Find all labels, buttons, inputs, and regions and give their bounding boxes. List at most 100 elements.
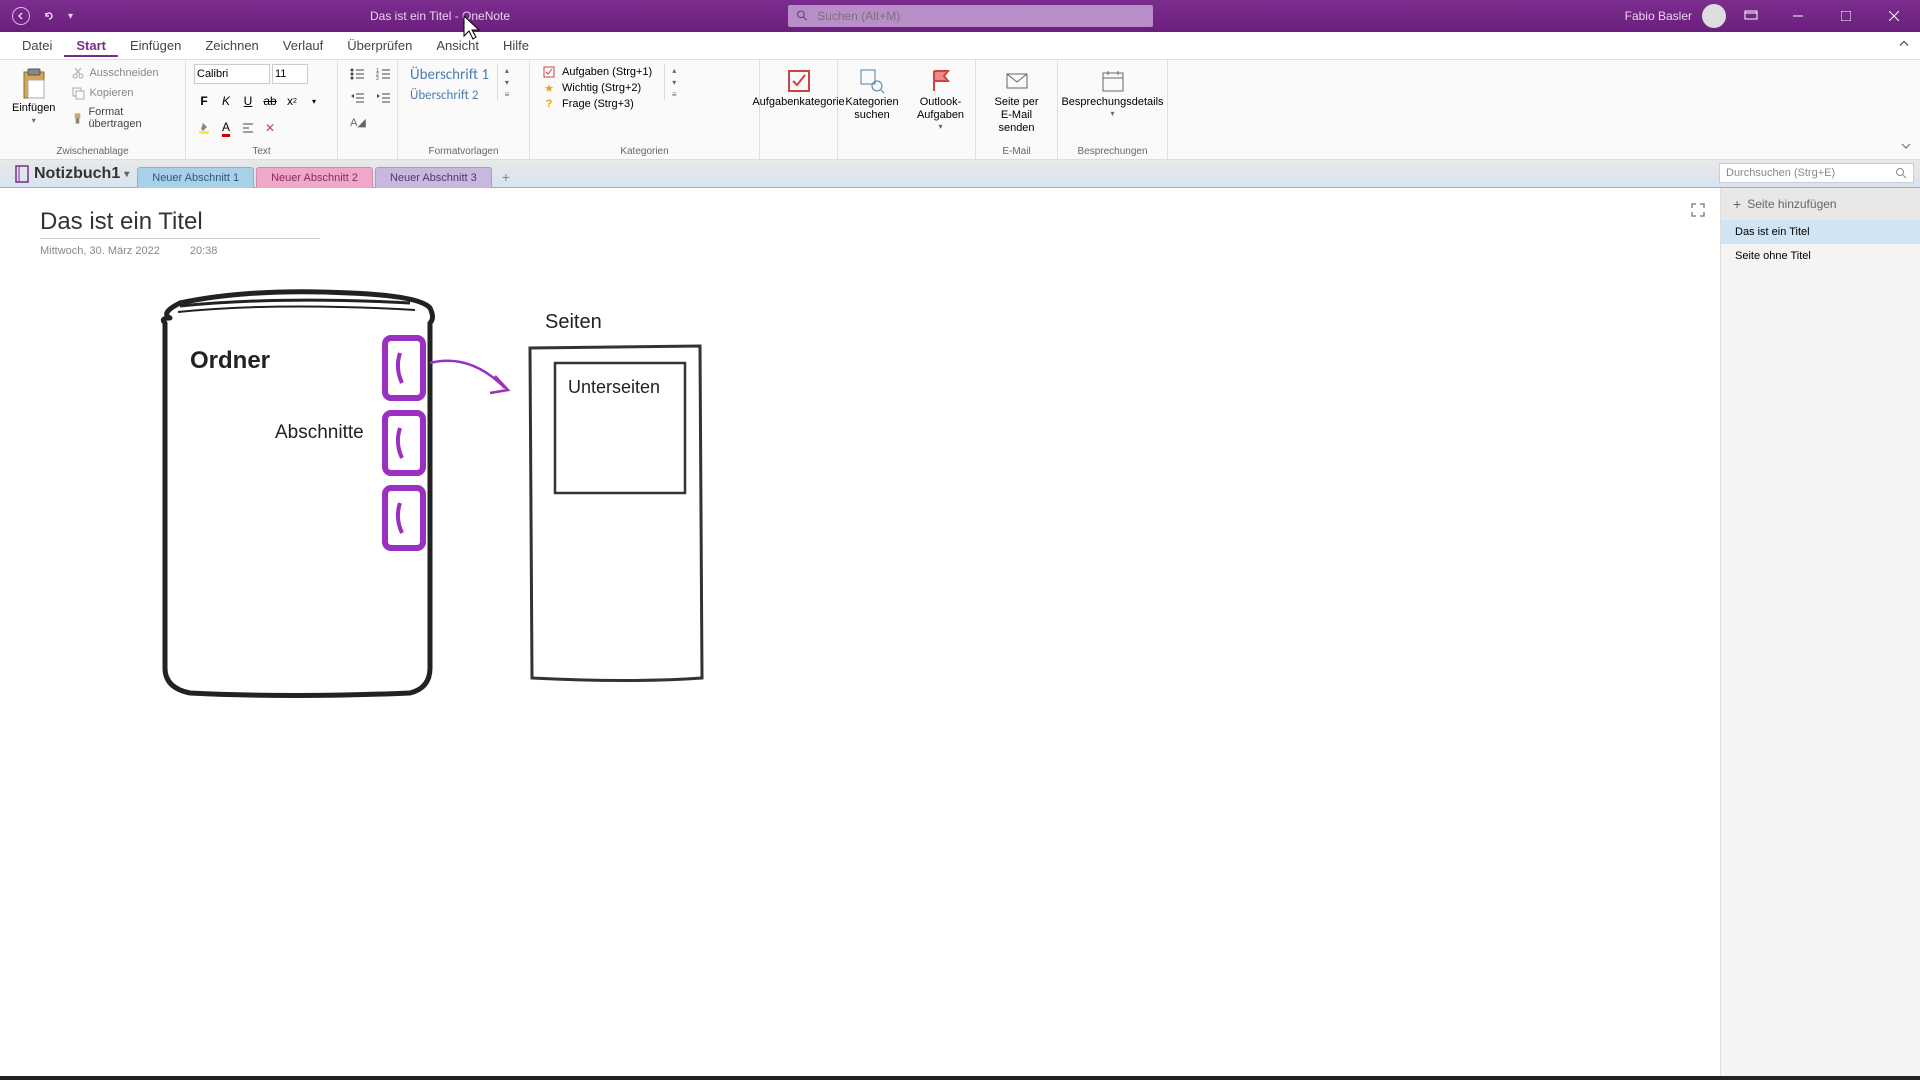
brush-icon: [71, 111, 84, 125]
tags-scroll-up[interactable]: ▴: [667, 64, 681, 76]
style-heading2[interactable]: Überschrift 2: [406, 86, 493, 105]
page-meta: Mittwoch, 30. März 2022 20:38: [40, 245, 1680, 257]
copy-icon: [71, 86, 85, 100]
search-notebook-input[interactable]: Durchsuchen (Strg+E): [1719, 163, 1914, 183]
ribbon-group-email: Seite per E-Mail senden E-Mail: [976, 60, 1058, 159]
section-tab-1[interactable]: Neuer Abschnitt 1: [137, 167, 254, 188]
paste-button[interactable]: Einfügen ▾: [8, 64, 59, 129]
number-list-button[interactable]: 123: [372, 64, 396, 84]
outlook-tasks-button[interactable]: Outlook-Aufgaben ▾: [914, 64, 967, 135]
menu-bar: Datei Start Einfügen Zeichnen Verlauf Üb…: [0, 32, 1920, 60]
notebook-selector[interactable]: Notizbuch1 ▾: [6, 161, 137, 187]
checkbox-icon: [542, 65, 556, 79]
undo-icon[interactable]: [40, 7, 58, 25]
tag-important[interactable]: ★Wichtig (Strg+2): [538, 80, 656, 96]
expand-icon[interactable]: [1690, 202, 1706, 221]
styles-expand[interactable]: ≡: [500, 88, 514, 100]
copy-button[interactable]: Kopieren: [67, 84, 177, 102]
star-icon: ★: [542, 81, 556, 95]
svg-text:3: 3: [376, 76, 379, 81]
outdent-button[interactable]: [346, 88, 370, 108]
highlight-button[interactable]: [194, 118, 214, 138]
user-name[interactable]: Fabio Basler: [1625, 9, 1692, 23]
ribbon-group-paragraph: 123 A◢: [338, 60, 398, 159]
bold-button[interactable]: F: [194, 91, 214, 111]
close-button[interactable]: [1872, 0, 1916, 32]
search-box[interactable]: [788, 5, 1153, 27]
tags-scroll-down[interactable]: ▾: [667, 76, 681, 88]
highlight-icon: [197, 121, 211, 135]
menu-ueberpruefen[interactable]: Überprüfen: [335, 34, 424, 57]
search-input[interactable]: [817, 9, 1145, 23]
maximize-button[interactable]: [1824, 0, 1868, 32]
format-painter-button[interactable]: Format übertragen: [67, 104, 177, 132]
drawing-label-seiten: Seiten: [545, 311, 602, 333]
section-tab-2[interactable]: Neuer Abschnitt 2: [256, 167, 373, 188]
underline-button[interactable]: U: [238, 91, 258, 111]
align-button[interactable]: [238, 118, 258, 138]
ribbon-group-meetings: Besprechungsdetails ▾ Besprechungen: [1058, 60, 1168, 159]
italic-button[interactable]: K: [216, 91, 236, 111]
menu-zeichnen[interactable]: Zeichnen: [193, 34, 270, 57]
style-heading1[interactable]: Überschrift 1: [406, 64, 493, 86]
ribbon-group-task-category: Aufgabenkategorie: [760, 60, 838, 159]
menu-einfuegen[interactable]: Einfügen: [118, 34, 193, 57]
page-time: 20:38: [190, 245, 218, 257]
find-tags-button[interactable]: Kategorien suchen: [846, 64, 898, 126]
font-size-select[interactable]: [272, 64, 308, 84]
ribbon-group-styles: Überschrift 1 Überschrift 2 ▴ ▾ ≡ Format…: [398, 60, 530, 159]
menu-verlauf[interactable]: Verlauf: [271, 34, 335, 57]
menu-datei[interactable]: Datei: [10, 34, 64, 57]
meeting-details-button[interactable]: Besprechungsdetails ▾: [1066, 64, 1159, 122]
ribbon-collapse-icon[interactable]: [1900, 140, 1912, 155]
add-section-button[interactable]: +: [494, 167, 518, 187]
font-select[interactable]: [194, 64, 270, 84]
tags-expand[interactable]: ≡: [667, 88, 681, 100]
cut-button[interactable]: Ausschneiden: [67, 64, 177, 82]
window-title: Das ist ein Titel - OneNote: [370, 9, 510, 23]
strikethrough-button[interactable]: ab: [260, 91, 280, 111]
menu-start[interactable]: Start: [64, 34, 118, 57]
font-color-button[interactable]: A: [216, 118, 236, 138]
search-icon: [796, 9, 809, 23]
page-canvas[interactable]: Das ist ein Titel Mittwoch, 30. März 202…: [0, 188, 1720, 1080]
customize-qat-icon[interactable]: ▾: [68, 11, 73, 22]
email-page-button[interactable]: Seite per E-Mail senden: [984, 64, 1049, 140]
menu-ansicht[interactable]: Ansicht: [424, 34, 491, 57]
styles-scroll-down[interactable]: ▾: [500, 76, 514, 88]
page-title[interactable]: Das ist ein Titel: [40, 208, 320, 239]
tag-task[interactable]: Aufgaben (Strg+1): [538, 64, 656, 80]
flag-icon: [928, 68, 954, 94]
minimize-button[interactable]: [1776, 0, 1820, 32]
page-list-item[interactable]: Das ist ein Titel: [1721, 220, 1920, 244]
ribbon-group-text: F K U ab x2 ▾ A ✕ Text: [186, 60, 338, 159]
bullet-list-icon: [350, 67, 366, 81]
section-bar: Notizbuch1 ▾ Neuer Abschnitt 1 Neuer Abs…: [0, 160, 1920, 188]
task-category-button[interactable]: Aufgabenkategorie: [768, 64, 829, 113]
tag-question[interactable]: ?Frage (Strg+3): [538, 96, 656, 112]
avatar[interactable]: [1702, 4, 1726, 28]
section-tab-3[interactable]: Neuer Abschnitt 3: [375, 167, 492, 188]
align-icon: [241, 121, 255, 135]
back-icon[interactable]: [12, 7, 30, 25]
window-mode-icon[interactable]: [1744, 8, 1758, 25]
styles-scroll-up[interactable]: ▴: [500, 64, 514, 76]
more-format-button[interactable]: ▾: [304, 91, 324, 111]
page-list-item[interactable]: Seite ohne Titel: [1721, 244, 1920, 268]
clear-format-button[interactable]: ✕: [260, 118, 280, 138]
ribbon-group-clipboard: Einfügen ▾ Ausschneiden Kopieren Format …: [0, 60, 186, 159]
collapse-ribbon-icon[interactable]: [1898, 38, 1910, 53]
menu-hilfe[interactable]: Hilfe: [491, 34, 541, 57]
number-list-icon: 123: [376, 67, 392, 81]
subscript-button[interactable]: x2: [282, 91, 302, 111]
title-bar: ▾ Das ist ein Titel - OneNote Fabio Basl…: [0, 0, 1920, 32]
add-page-button[interactable]: + Seite hinzufügen: [1721, 188, 1920, 220]
ribbon: Einfügen ▾ Ausschneiden Kopieren Format …: [0, 60, 1920, 160]
clear-formatting-button[interactable]: A◢: [346, 112, 370, 132]
indent-button[interactable]: [372, 88, 396, 108]
bullet-list-button[interactable]: [346, 64, 370, 84]
page-panel: + Seite hinzufügen Das ist ein Titel Sei…: [1720, 188, 1920, 1080]
ribbon-group-tags: Aufgaben (Strg+1) ★Wichtig (Strg+2) ?Fra…: [530, 60, 760, 159]
notebook-icon: [14, 165, 30, 183]
taskbar: [0, 1076, 1920, 1080]
